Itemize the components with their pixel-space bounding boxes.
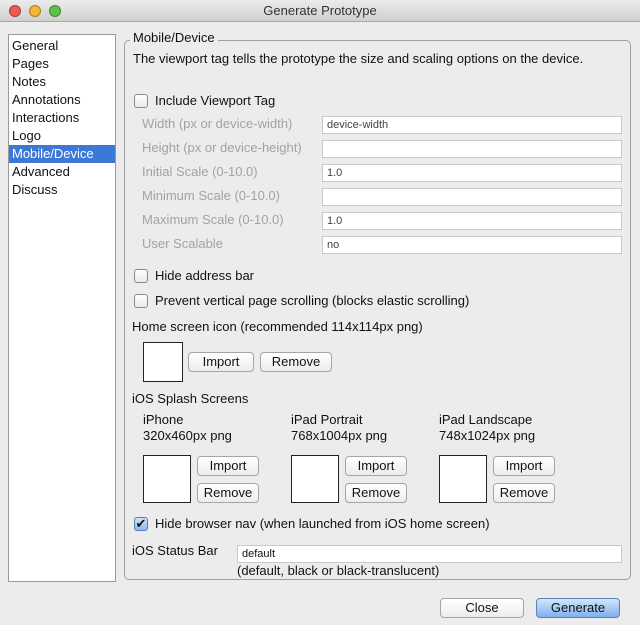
- close-button[interactable]: Close: [440, 598, 524, 618]
- sidebar-item-pages[interactable]: Pages: [9, 55, 115, 73]
- description: The viewport tag tells the prototype the…: [133, 51, 584, 66]
- splash-ipad-portrait-title: iPad Portrait 768x1004px png: [291, 412, 387, 444]
- hide-address-bar-label: Hide address bar: [155, 268, 254, 283]
- initial-scale-label: Initial Scale (0-10.0): [142, 164, 258, 179]
- width-label: Width (px or device-width): [142, 116, 293, 131]
- generate-button[interactable]: Generate: [536, 598, 620, 618]
- close-window-icon[interactable]: [9, 5, 21, 17]
- settings-category-list[interactable]: General Pages Notes Annotations Interact…: [8, 34, 116, 582]
- hide-address-bar-checkbox[interactable]: [134, 269, 148, 283]
- height-input[interactable]: [322, 140, 622, 158]
- splash-ipad-landscape-title: iPad Landscape 748x1024px png: [439, 412, 535, 444]
- group-legend: Mobile/Device: [130, 30, 218, 45]
- include-viewport-checkbox[interactable]: [134, 94, 148, 108]
- sidebar-item-mobile-device[interactable]: Mobile/Device: [9, 145, 115, 163]
- splash-ipad-landscape-name: iPad Landscape: [439, 412, 533, 427]
- status-bar-input[interactable]: default: [237, 545, 622, 563]
- hide-browser-nav-checkbox[interactable]: ✔: [134, 517, 148, 531]
- home-icon-label: Home screen icon (recommended 114x114px …: [132, 319, 423, 334]
- minimum-scale-label: Minimum Scale (0-10.0): [142, 188, 280, 203]
- maximum-scale-input[interactable]: 1.0: [322, 212, 622, 230]
- splash-ipad-landscape-preview: [439, 455, 487, 503]
- user-scalable-label: User Scalable: [142, 236, 223, 251]
- user-scalable-input[interactable]: no: [322, 236, 622, 254]
- splash-ipad-portrait-remove-button[interactable]: Remove: [345, 483, 407, 503]
- minimize-window-icon[interactable]: [29, 5, 41, 17]
- splash-ipad-portrait-name: iPad Portrait: [291, 412, 363, 427]
- minimum-scale-input[interactable]: [322, 188, 622, 206]
- sidebar-item-notes[interactable]: Notes: [9, 73, 115, 91]
- window-title: Generate Prototype: [263, 3, 377, 18]
- height-label: Height (px or device-height): [142, 140, 302, 155]
- sidebar-item-interactions[interactable]: Interactions: [9, 109, 115, 127]
- home-icon-remove-button[interactable]: Remove: [260, 352, 332, 372]
- splash-ipad-portrait-size: 768x1004px png: [291, 428, 388, 443]
- hide-browser-nav-label: Hide browser nav (when launched from iOS…: [155, 516, 490, 531]
- title-bar: Generate Prototype: [0, 0, 640, 22]
- splash-iphone-remove-button[interactable]: Remove: [197, 483, 259, 503]
- sidebar-item-discuss[interactable]: Discuss: [9, 181, 115, 199]
- prevent-scroll-label: Prevent vertical page scrolling (blocks …: [155, 293, 470, 308]
- splash-iphone-title: iPhone 320x460px png: [143, 412, 232, 444]
- sidebar-item-annotations[interactable]: Annotations: [9, 91, 115, 109]
- splash-ipad-landscape-remove-button[interactable]: Remove: [493, 483, 555, 503]
- maximum-scale-label: Maximum Scale (0-10.0): [142, 212, 284, 227]
- include-viewport-label: Include Viewport Tag: [155, 93, 276, 108]
- initial-scale-input[interactable]: 1.0: [322, 164, 622, 182]
- prevent-scroll-checkbox[interactable]: [134, 294, 148, 308]
- splash-ipad-portrait-preview: [291, 455, 339, 503]
- home-icon-preview: [143, 342, 183, 382]
- status-bar-hint: (default, black or black-translucent): [237, 563, 440, 578]
- home-icon-import-button[interactable]: Import: [188, 352, 254, 372]
- splash-ipad-landscape-import-button[interactable]: Import: [493, 456, 555, 476]
- splash-ipad-portrait-import-button[interactable]: Import: [345, 456, 407, 476]
- splash-iphone-name: iPhone: [143, 412, 184, 427]
- sidebar-item-logo[interactable]: Logo: [9, 127, 115, 145]
- zoom-window-icon[interactable]: [49, 5, 61, 17]
- splash-ipad-landscape-size: 748x1024px png: [439, 428, 536, 443]
- splash-iphone-size: 320x460px png: [143, 428, 232, 443]
- splash-screens-label: iOS Splash Screens: [132, 391, 249, 406]
- status-bar-label: iOS Status Bar: [132, 543, 218, 558]
- sidebar-item-advanced[interactable]: Advanced: [9, 163, 115, 181]
- splash-iphone-preview: [143, 455, 191, 503]
- width-input[interactable]: device-width: [322, 116, 622, 134]
- splash-iphone-import-button[interactable]: Import: [197, 456, 259, 476]
- sidebar-item-general[interactable]: General: [9, 37, 115, 55]
